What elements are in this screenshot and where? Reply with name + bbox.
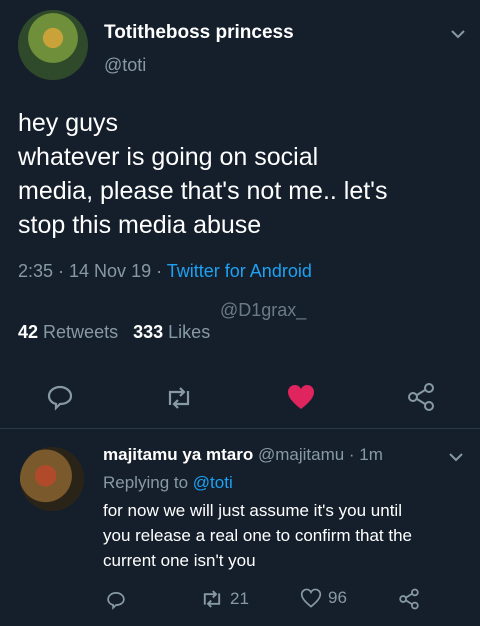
reply-meta: @majitamu · 1m <box>257 445 383 464</box>
retweet-icon[interactable] <box>164 385 194 411</box>
tweet-stats: 42 Retweets 333 Likes <box>18 322 210 343</box>
likes-stat[interactable]: 333 Likes <box>133 322 210 342</box>
chevron-down-icon[interactable] <box>448 449 464 465</box>
reply-line: current one isn't you <box>103 551 256 570</box>
divider <box>0 428 480 429</box>
chevron-down-icon[interactable] <box>450 26 466 42</box>
tweet-line: stop this media abuse <box>18 211 262 239</box>
display-name[interactable]: Totitheboss princess <box>104 22 294 44</box>
reply-retweet[interactable]: 21 <box>200 588 249 610</box>
tweet-line: media, please that's not me.. let's <box>18 177 388 205</box>
heart-icon[interactable] <box>286 383 316 411</box>
user-handle[interactable]: @toti <box>104 55 146 76</box>
like-count: 96 <box>328 588 347 607</box>
timestamp-row: 2:35 · 14 Nov 19 · Twitter for Android <box>18 261 312 282</box>
retweet-count: 21 <box>230 589 249 608</box>
watermark: @D1grax_ <box>220 300 307 320</box>
reply-icon[interactable] <box>46 383 74 411</box>
share-icon[interactable] <box>398 588 420 610</box>
reply-display-name[interactable]: majitamu ya mtaro <box>103 445 253 464</box>
heart-icon <box>300 588 322 608</box>
likes-count: 333 <box>133 322 164 342</box>
tweet-line: hey guys <box>18 109 119 137</box>
timestamp: 2:35 · 14 Nov 19 · <box>18 261 163 281</box>
share-icon[interactable] <box>406 382 436 412</box>
replying-handle[interactable]: @toti <box>193 473 233 492</box>
reply-avatar[interactable] <box>20 447 84 511</box>
replying-to: Replying to @toti <box>103 473 233 493</box>
reply-like[interactable]: 96 <box>300 588 347 608</box>
reply-text: for now we will just assume it's you unt… <box>103 498 412 573</box>
replying-prefix: Replying to <box>103 473 189 492</box>
reply-header: majitamu ya mtaro @majitamu · 1m <box>103 445 383 465</box>
retweet-icon <box>200 588 224 610</box>
retweets-count: 42 <box>18 322 39 342</box>
avatar[interactable] <box>18 10 88 80</box>
retweets-stat[interactable]: 42 Retweets <box>18 322 123 342</box>
reply-icon[interactable] <box>106 590 126 610</box>
reply-line: for now we will just assume it's you unt… <box>103 501 402 520</box>
retweets-label: Retweets <box>43 322 119 342</box>
tweet-text: hey guys whatever is going on social med… <box>18 106 387 242</box>
likes-label: Likes <box>168 322 211 342</box>
reply-line: you release a real one to confirm that t… <box>103 526 413 545</box>
source-link[interactable]: Twitter for Android <box>167 261 312 281</box>
tweet-line: whatever is going on social <box>18 143 319 171</box>
